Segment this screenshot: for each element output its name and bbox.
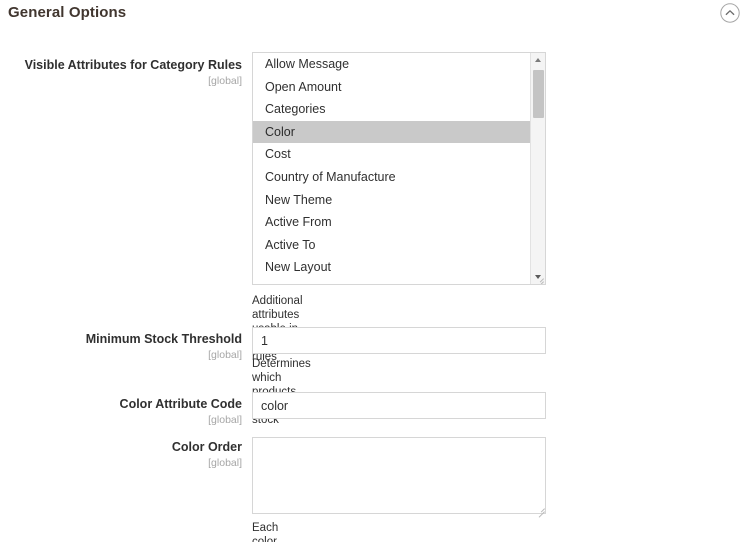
color-order-textarea[interactable] — [252, 437, 546, 514]
chevron-up-circle-icon[interactable] — [719, 2, 741, 24]
resize-grip-icon[interactable] — [535, 274, 544, 283]
color-order-textarea-wrap — [252, 437, 546, 514]
multiselect-scrollbar[interactable] — [530, 53, 545, 284]
page-title: General Options — [8, 4, 126, 21]
field-label-minimum-stock-threshold: Minimum Stock Threshold [global] — [20, 332, 242, 362]
list-item[interactable]: Cost — [253, 143, 531, 166]
field-label-color-order: Color Order [global] — [20, 440, 242, 470]
label-text: Color Order — [172, 440, 242, 454]
list-item[interactable]: New Layout — [253, 256, 531, 279]
list-item[interactable]: New Theme — [253, 189, 531, 212]
minimum-stock-threshold-input[interactable] — [252, 327, 546, 354]
general-options-page: General Options Visible Attributes for C… — [0, 0, 750, 542]
scope-badge: [global] — [20, 456, 242, 470]
list-item[interactable]: Active From — [253, 211, 531, 234]
list-item[interactable]: Allow Message — [253, 53, 531, 76]
triangle-up-icon[interactable] — [531, 53, 546, 68]
list-item[interactable]: Active To — [253, 234, 531, 257]
scrollbar-thumb[interactable] — [533, 70, 544, 118]
scope-badge: [global] — [20, 74, 242, 88]
label-text: Minimum Stock Threshold — [86, 332, 242, 346]
label-text: Color Attribute Code — [120, 397, 242, 411]
field-label-visible-attributes: Visible Attributes for Category Rules [g… — [20, 58, 242, 88]
list-item[interactable]: Open Amount — [253, 76, 531, 99]
visible-attributes-multiselect[interactable]: Allow Message Open Amount Categories Col… — [252, 52, 546, 285]
field-note-color-order: Each color being on a separate row. — [252, 521, 297, 542]
color-attribute-code-input[interactable] — [252, 392, 546, 419]
section-header: General Options — [0, 0, 750, 30]
attribute-option-list[interactable]: Allow Message Open Amount Categories Col… — [253, 53, 531, 284]
list-item-selected[interactable]: Color — [253, 121, 531, 144]
list-item[interactable]: Country of Manufacture — [253, 166, 531, 189]
field-label-color-attribute-code: Color Attribute Code [global] — [20, 397, 242, 427]
list-item[interactable]: Categories — [253, 98, 531, 121]
scope-badge: [global] — [20, 413, 242, 427]
label-text: Visible Attributes for Category Rules — [25, 58, 242, 72]
scope-badge: [global] — [20, 348, 242, 362]
